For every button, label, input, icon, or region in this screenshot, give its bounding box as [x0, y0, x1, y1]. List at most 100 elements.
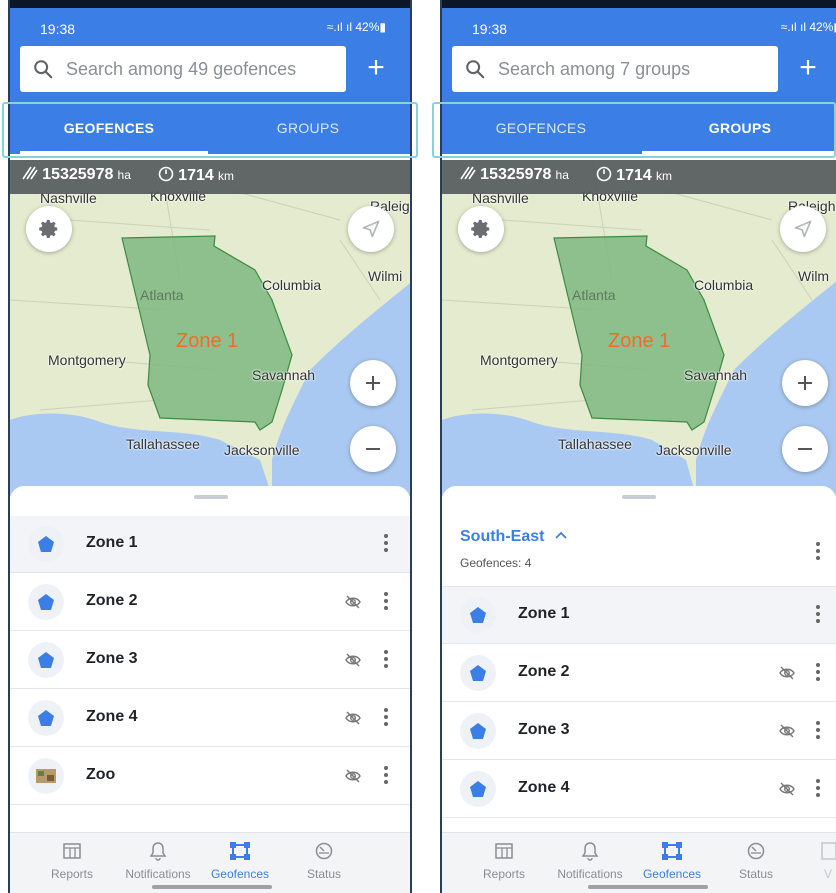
geofence-list-sheet: Zone 1 Zone 2 Zone 3 Zone 4 Zoo [10, 486, 410, 833]
nav-reports[interactable]: Reports [464, 841, 544, 881]
nav-geofences[interactable]: Geofences [200, 841, 280, 881]
list-item[interactable]: Zone 1 [442, 587, 836, 644]
navigation-arrow-icon [794, 220, 812, 238]
list-item[interactable]: Zone 3 [10, 632, 410, 689]
my-location-button[interactable] [348, 206, 394, 252]
visibility-off-icon[interactable] [778, 722, 796, 740]
geofence-type-icon [28, 584, 64, 620]
area-value: 15325978 [480, 166, 552, 183]
search-input[interactable]: Search among 7 groups [452, 46, 778, 92]
pentagon-icon [38, 710, 54, 726]
map-settings-button[interactable] [26, 206, 72, 252]
group-geofence-count: Geofences: 4 [460, 556, 532, 570]
search-input[interactable]: Search among 49 geofences [20, 46, 346, 92]
gear-icon [471, 219, 490, 238]
visibility-off-icon[interactable] [778, 664, 796, 682]
map-label-wilmington: Wilm [798, 268, 830, 284]
geofence-type-icon [460, 597, 496, 633]
nav-geofences[interactable]: Geofences [632, 841, 712, 881]
more-options-icon[interactable] [378, 530, 394, 556]
visibility-off-icon[interactable] [778, 780, 796, 798]
map-view[interactable]: Nashville Knoxville Raleigh Columbia Wil… [442, 160, 836, 496]
pentagon-icon [38, 652, 54, 668]
status-icon [315, 842, 333, 860]
zoom-out-button[interactable] [350, 426, 396, 472]
geofence-icon [662, 842, 682, 860]
geofence-name: Zone 3 [518, 721, 570, 738]
visibility-off-icon[interactable] [344, 593, 362, 611]
visibility-off-icon[interactable] [344, 709, 362, 727]
more-options-icon[interactable] [810, 775, 826, 801]
perimeter-icon [158, 166, 174, 182]
area-hatch-icon [22, 166, 38, 180]
status-icons: ≈.ıl ıl 42%▮ [326, 20, 386, 34]
map-view[interactable]: Nashville Knoxville Raleigh Columbia Wil… [10, 160, 410, 496]
app-header: Search among 49 geofences + [10, 44, 410, 102]
more-options-icon[interactable] [378, 762, 394, 788]
perimeter-unit: km [655, 169, 672, 183]
list-item[interactable]: Zoo [10, 748, 410, 805]
geofence-name: Zone 4 [86, 708, 138, 725]
geofence-type-icon [28, 700, 64, 736]
zoo-thumbnail [28, 758, 64, 794]
geofence-stats-bar: 15325978 ha 1714 km [442, 160, 836, 194]
minus-icon [798, 448, 812, 450]
status-time: 19:38 [472, 21, 508, 37]
zoom-in-button[interactable] [350, 360, 396, 406]
nav-partial-item[interactable]: V [792, 841, 836, 881]
nav-notifications[interactable]: Notifications [118, 841, 198, 881]
list-item[interactable]: Zone 2 [442, 645, 836, 702]
zoom-out-button[interactable] [782, 426, 828, 472]
minus-icon [366, 448, 380, 450]
more-options-icon[interactable] [378, 646, 394, 672]
more-options-icon[interactable] [810, 717, 826, 743]
geofence-name: Zone 3 [86, 650, 138, 667]
zoom-in-button[interactable] [782, 360, 828, 406]
navigation-arrow-icon [362, 220, 380, 238]
tab-bar-highlight [432, 102, 836, 158]
more-options-icon[interactable] [810, 659, 826, 685]
area-unit: ha [117, 168, 131, 182]
list-item[interactable]: Zone 2 [10, 574, 410, 631]
status-icon [747, 842, 765, 860]
more-options-icon[interactable] [378, 588, 394, 614]
app-header: Search among 7 groups + [442, 44, 836, 102]
plus-icon [798, 376, 812, 390]
nav-notifications[interactable]: Notifications [550, 841, 630, 881]
geofence-type-icon [460, 713, 496, 749]
nav-reports-label: Reports [482, 867, 526, 881]
pentagon-icon [470, 607, 486, 623]
sheet-drag-handle[interactable] [194, 495, 228, 499]
nav-partial-label: V [824, 867, 833, 881]
home-indicator [588, 885, 708, 889]
map-label-columbia: Columbia [694, 277, 754, 293]
add-group-button[interactable]: + [788, 48, 828, 88]
nav-status[interactable]: Status [284, 841, 364, 881]
bottom-navigation: Reports Notifications Geofences Status V [442, 832, 836, 893]
map-settings-button[interactable] [458, 206, 504, 252]
search-placeholder: Search among 49 geofences [66, 58, 297, 79]
list-item[interactable]: Zone 4 [442, 761, 836, 818]
visibility-off-icon[interactable] [344, 651, 362, 669]
geofence-name: Zone 4 [518, 779, 570, 796]
map-label-jacksonville: Jacksonville [224, 442, 300, 458]
more-options-icon[interactable] [378, 704, 394, 730]
my-location-button[interactable] [780, 206, 826, 252]
pentagon-icon [470, 665, 486, 681]
nav-reports[interactable]: Reports [32, 841, 112, 881]
group-header[interactable]: South-East Geofences: 4 [442, 516, 836, 587]
visibility-off-icon[interactable] [344, 767, 362, 785]
more-options-icon[interactable] [810, 601, 826, 627]
list-item[interactable]: Zone 4 [10, 690, 410, 747]
geofence-type-icon [28, 642, 64, 678]
chevron-up-icon[interactable] [555, 531, 567, 539]
list-item[interactable]: Zone 3 [442, 703, 836, 760]
add-geofence-button[interactable]: + [356, 48, 396, 88]
perimeter-value: 1714 [178, 167, 214, 184]
more-options-icon[interactable] [810, 538, 826, 564]
nav-status[interactable]: Status [716, 841, 796, 881]
status-bar: 19:38 ≈.ıl ıl 42%▮ [10, 8, 410, 44]
list-item[interactable]: Zone 1 [10, 516, 410, 573]
nav-reports-label: Reports [50, 867, 94, 881]
sheet-drag-handle[interactable] [622, 495, 656, 499]
